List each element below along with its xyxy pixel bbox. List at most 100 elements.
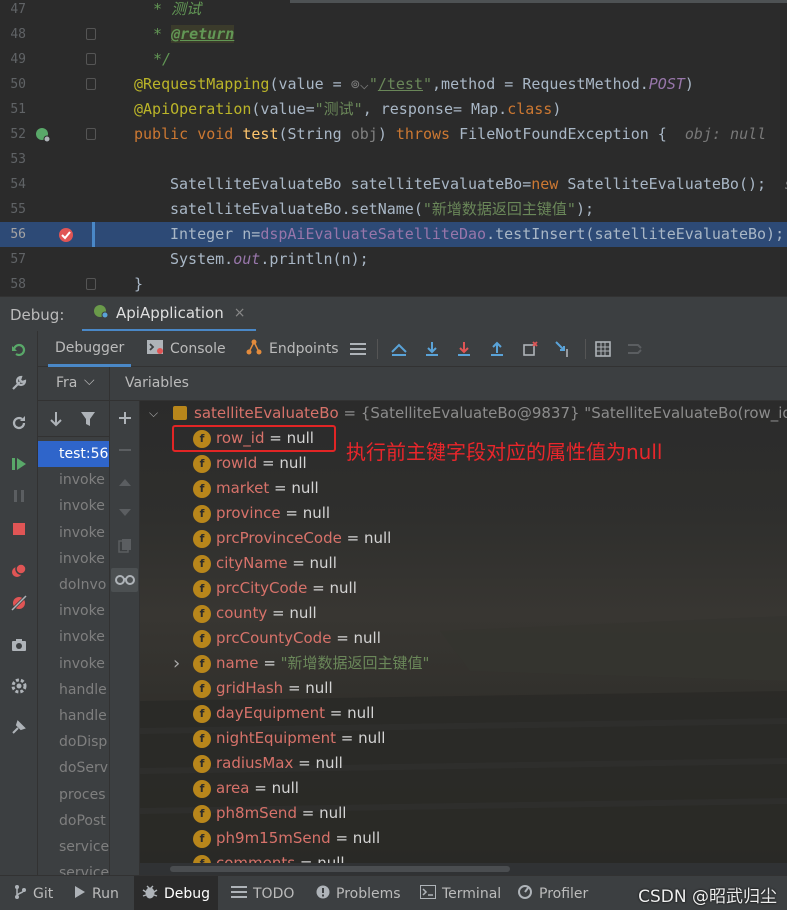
stack-frame[interactable]: handle: [38, 677, 109, 703]
frames-header[interactable]: Fra ⌵: [38, 367, 110, 401]
tool-profiler[interactable]: Profiler: [517, 876, 588, 910]
stack-frame[interactable]: proces: [38, 782, 109, 808]
variable-field-row[interactable]: › f name = "新增数据返回主键值": [140, 651, 787, 676]
layout-menu-icon[interactable]: [349, 340, 367, 358]
fold-marker-icon[interactable]: [86, 128, 96, 140]
tool-run[interactable]: Run: [74, 876, 119, 910]
copy-icon[interactable]: [116, 537, 134, 555]
stack-frame[interactable]: invoke: [38, 651, 109, 677]
tool-todo[interactable]: TODO: [231, 876, 294, 910]
stack-frame[interactable]: handle: [38, 703, 109, 729]
code-line-56[interactable]: 56 Integer n=dspAiEvaluateSatelliteDao.te…: [0, 222, 787, 247]
line-number[interactable]: 47: [0, 0, 26, 22]
variable-field-row[interactable]: f gridHash = null: [140, 676, 787, 701]
code-line-51[interactable]: 51 @ApiOperation(value="测试", response= Ma…: [0, 97, 787, 122]
variable-field-row[interactable]: f area = null: [140, 776, 787, 801]
variables-tree[interactable]: ⌵ satelliteEvaluateBo = {SatelliteEvaluat…: [140, 401, 787, 875]
code-line-49[interactable]: 49 */: [0, 47, 787, 72]
close-icon[interactable]: ×: [234, 305, 246, 321]
stack-frame[interactable]: doDisp: [38, 729, 109, 755]
refresh-icon[interactable]: [10, 414, 28, 432]
step-over-icon[interactable]: [423, 340, 441, 358]
code-line-52[interactable]: 52 public void test(String obj) throws Fi…: [0, 122, 787, 147]
stack-frame[interactable]: doServ: [38, 755, 109, 781]
variable-field-row[interactable]: f county = null: [140, 601, 787, 626]
line-number[interactable]: 54: [0, 172, 26, 197]
pin-icon[interactable]: [10, 718, 28, 736]
tool-git[interactable]: Git: [13, 876, 53, 910]
code-editor[interactable]: 47 * 测试 48 * @return 49 */50 @RequestMappin…: [0, 0, 787, 296]
tool-debug[interactable]: Debug: [134, 876, 219, 910]
pause-icon[interactable]: [10, 487, 28, 505]
move-down-icon[interactable]: [116, 504, 134, 522]
line-number[interactable]: 58: [0, 272, 26, 296]
run-to-cursor-icon[interactable]: [554, 340, 572, 358]
filter-icon[interactable]: [80, 410, 96, 432]
variable-field-row[interactable]: f radiusMax = null: [140, 751, 787, 776]
variable-field-row[interactable]: f ph8mSend = null: [140, 801, 787, 826]
horizontal-scrollbar[interactable]: [140, 863, 787, 875]
variable-field-row[interactable]: f ph9m15mSend = null: [140, 826, 787, 851]
arrow-down-icon[interactable]: [48, 410, 64, 432]
stop-icon[interactable]: [10, 520, 28, 538]
code-line-57[interactable]: 57 System.out.println(n);: [0, 247, 787, 272]
line-number[interactable]: 53: [0, 147, 26, 172]
resume-icon[interactable]: [10, 455, 28, 473]
chevron-down-icon[interactable]: ⌵: [84, 373, 95, 389]
stack-frame[interactable]: invoke: [38, 467, 109, 493]
variable-field-row[interactable]: f market = null: [140, 476, 787, 501]
code-line-53[interactable]: 53: [0, 147, 787, 172]
stack-frame[interactable]: invoke: [38, 493, 109, 519]
stack-frame[interactable]: test:56: [38, 441, 109, 467]
breakpoint-icon[interactable]: [58, 227, 73, 242]
code-line-48[interactable]: 48 * @return: [0, 22, 787, 47]
remove-watch-icon[interactable]: [116, 441, 134, 459]
settings-gear-icon[interactable]: [10, 677, 28, 695]
fold-marker-icon[interactable]: [86, 278, 96, 290]
step-out-icon[interactable]: [488, 340, 506, 358]
stack-frame[interactable]: service: [38, 834, 109, 860]
variable-field-row[interactable]: f province = null: [140, 501, 787, 526]
variable-root-row[interactable]: ⌵ satelliteEvaluateBo = {SatelliteEvaluat…: [140, 401, 787, 426]
tab-debugger[interactable]: Debugger: [48, 331, 132, 367]
line-number[interactable]: 57: [0, 247, 26, 272]
drop-frame-icon[interactable]: [521, 340, 539, 358]
move-up-icon[interactable]: [116, 473, 134, 491]
trace-stream-icon[interactable]: [626, 340, 644, 358]
rerun-icon[interactable]: [10, 341, 28, 359]
code-line-47[interactable]: 47 * 测试: [0, 0, 787, 22]
line-number[interactable]: 50: [0, 72, 26, 97]
evaluate-expression-icon[interactable]: [594, 340, 612, 358]
variable-field-row[interactable]: f prcCountyCode = null: [140, 626, 787, 651]
glasses-icon[interactable]: [111, 568, 138, 592]
line-number[interactable]: 56: [0, 222, 26, 247]
stack-frame[interactable]: doInvo: [38, 572, 109, 598]
step-into-icon[interactable]: [455, 340, 473, 358]
code-line-50[interactable]: 50 @RequestMapping(value = ⊚⌵"/test",meth…: [0, 72, 787, 97]
fold-marker-icon[interactable]: [86, 53, 96, 65]
stack-frame[interactable]: service: [38, 860, 109, 875]
line-number[interactable]: 51: [0, 97, 26, 122]
fold-marker-icon[interactable]: [86, 28, 96, 40]
tool-terminal[interactable]: Terminal: [420, 876, 501, 910]
scrollbar-thumb[interactable]: [170, 866, 510, 872]
camera-icon[interactable]: [10, 636, 28, 654]
line-number[interactable]: 49: [0, 47, 26, 72]
view-breakpoints-icon[interactable]: [10, 562, 28, 580]
code-line-58[interactable]: 58}: [0, 272, 787, 296]
variable-field-row[interactable]: f cityName = null: [140, 551, 787, 576]
stack-frame[interactable]: invoke: [38, 598, 109, 624]
stack-frame[interactable]: invoke: [38, 546, 109, 572]
line-number[interactable]: 48: [0, 22, 26, 47]
tool-problems[interactable]: Problems: [316, 876, 401, 910]
session-tab-apiapplication[interactable]: ApiApplication ×: [82, 297, 256, 332]
fold-marker-icon[interactable]: [86, 78, 96, 90]
stack-frame[interactable]: invoke: [38, 520, 109, 546]
line-number[interactable]: 55: [0, 197, 26, 222]
line-number[interactable]: 52: [0, 122, 26, 147]
variable-field-row[interactable]: f prcCityCode = null: [140, 576, 787, 601]
code-line-55[interactable]: 55 satelliteEvaluateBo.setName("新增数据返回主键值…: [0, 197, 787, 222]
chevron-right-icon[interactable]: ›: [173, 651, 180, 676]
chevron-down-icon[interactable]: ⌵: [149, 401, 158, 426]
tab-endpoints[interactable]: Endpoints: [245, 331, 339, 367]
